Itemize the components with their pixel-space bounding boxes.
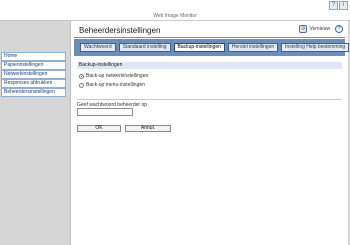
ok-button[interactable]: OK bbox=[77, 125, 121, 132]
tab-default-settings[interactable]: Standaard instelling bbox=[118, 43, 171, 52]
section-divider bbox=[77, 99, 342, 100]
sidebar-item-network-settings[interactable]: Netwerkinstellingen bbox=[1, 70, 66, 79]
sidebar: Home Papierinstellingen Netwerkinstellin… bbox=[1, 52, 66, 97]
main-panel: Beheerdersinstellingen ⟳ Vernieuw ? Wach… bbox=[70, 21, 350, 245]
help-button[interactable]: ? bbox=[329, 1, 338, 10]
radio-backup-network[interactable]: Back-up netwerkinstellingen bbox=[79, 73, 148, 79]
tab-help-destination[interactable]: Instelling Help bestemming bbox=[281, 43, 350, 52]
app-title: Web Image Monitor bbox=[153, 13, 197, 19]
sidebar-item-print-responses[interactable]: Responses afdrukken bbox=[1, 79, 66, 88]
sidebar-item-home[interactable]: Home bbox=[1, 52, 66, 61]
admin-password-input[interactable] bbox=[77, 108, 133, 116]
cancel-button[interactable]: Annul. bbox=[125, 125, 171, 132]
radio-backup-menu[interactable]: Back-up menu-instellingen bbox=[79, 82, 145, 88]
sidebar-item-admin-settings[interactable]: Beheerdersinstellingen bbox=[1, 88, 66, 97]
refresh-label: Vernieuw bbox=[309, 26, 330, 32]
title-divider bbox=[74, 37, 345, 38]
top-bar: ? i bbox=[0, 0, 350, 11]
radio-button[interactable] bbox=[79, 73, 84, 79]
tab-password[interactable]: Wachtwoord bbox=[80, 43, 116, 52]
help-icon[interactable]: ? bbox=[335, 25, 343, 33]
header-strip: Web Image Monitor bbox=[0, 11, 350, 21]
refresh-icon: ⟳ bbox=[299, 25, 308, 33]
sidebar-item-paper-settings[interactable]: Papierinstellingen bbox=[1, 61, 66, 70]
tab-restore-settings[interactable]: Herstel instellingen bbox=[227, 43, 279, 52]
radio-label: Back-up netwerkinstellingen bbox=[86, 73, 149, 79]
tab-backup-settings[interactable]: Backup-instellingen bbox=[173, 43, 225, 52]
radio-label: Back-up menu-instellingen bbox=[86, 82, 145, 88]
radio-button[interactable] bbox=[79, 82, 84, 88]
info-button[interactable]: i bbox=[339, 1, 348, 10]
top-bar-buttons: ? i bbox=[329, 1, 348, 10]
page-title: Beheerdersinstellingen bbox=[79, 26, 161, 35]
section-title: Backup-instellingen bbox=[77, 62, 342, 69]
tab-bar: Wachtwoord Standaard instelling Backup-i… bbox=[74, 39, 350, 56]
refresh-button[interactable]: ⟳ Vernieuw bbox=[299, 25, 330, 33]
